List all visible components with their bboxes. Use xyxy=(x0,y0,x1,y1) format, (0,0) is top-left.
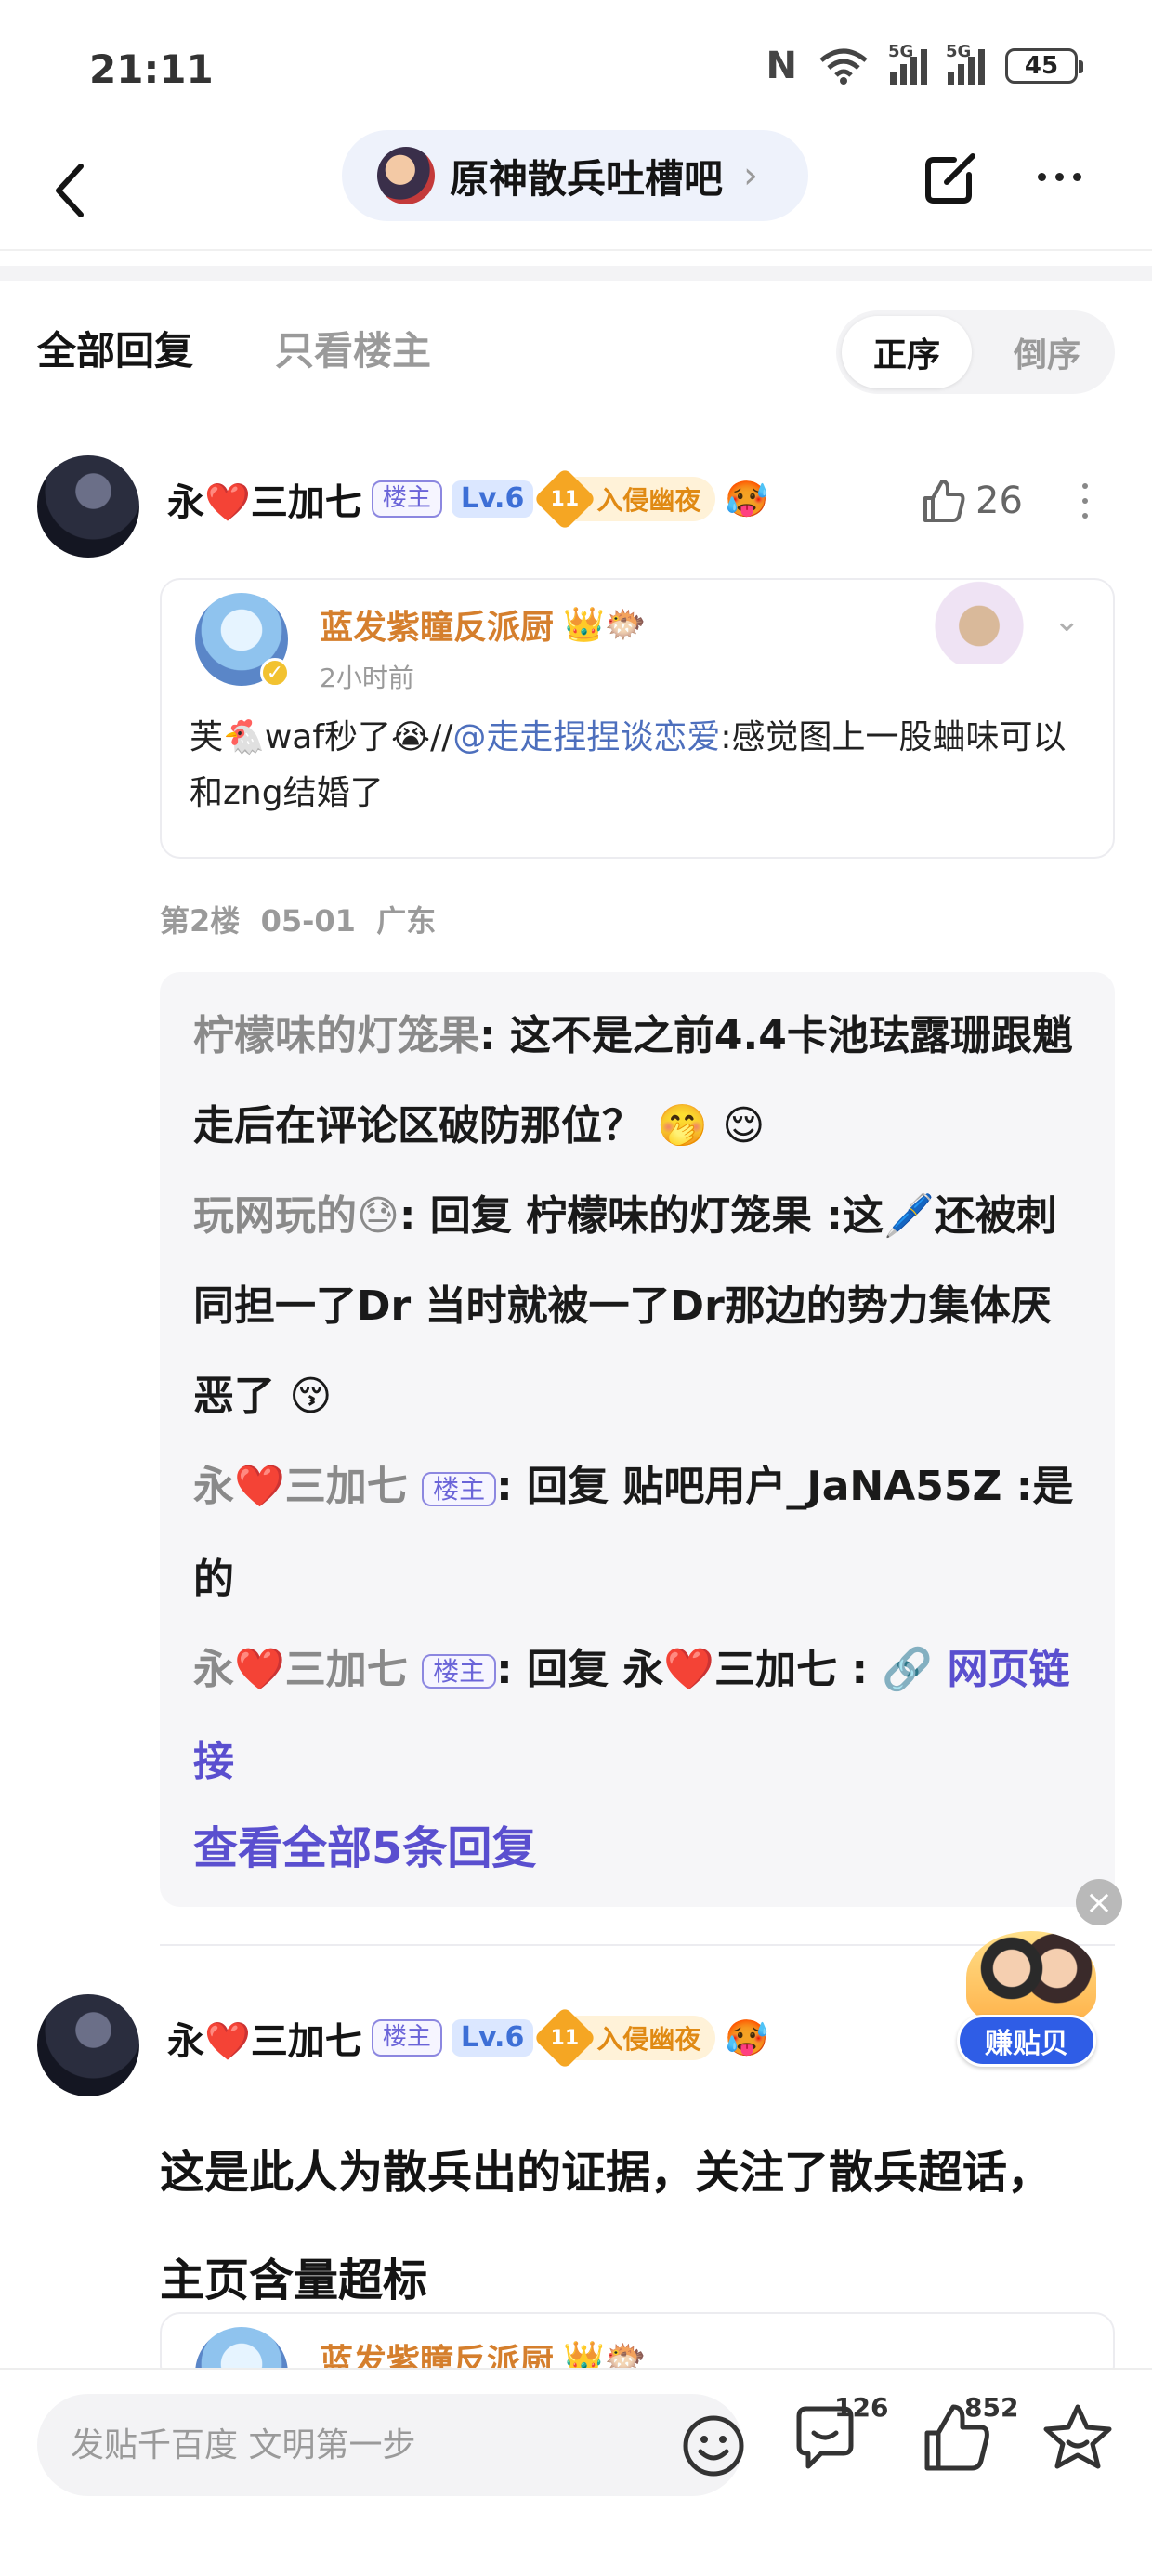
status-icons: N 5G 5G 45 xyxy=(766,42,1083,87)
mascot-image xyxy=(966,1931,1096,2024)
like-count: 852 xyxy=(964,2392,1019,2423)
comment-button[interactable]: 126 xyxy=(790,2392,888,2485)
honor-badge: 11 入侵幽夜 xyxy=(533,2006,716,2070)
status-bar: 21:11 N 5G 5G 45 xyxy=(0,0,1152,130)
reply-list: 柠檬味的灯笼果: 这不是之前4.4卡池珐露珊跟魈走后在评论区破防那位？ 🤭 😌 … xyxy=(160,972,1115,1907)
verified-icon: ✓ xyxy=(260,658,290,688)
post-body: 这是此人为散兵出的证据，关注了散兵超话，主页含量超标 xyxy=(160,2147,1053,2307)
section-divider xyxy=(0,266,1152,281)
op-badge: 楼主 xyxy=(371,480,442,518)
post-author: 永❤️三加七 楼主 Lv.6 11 入侵幽夜 🥵 xyxy=(167,467,769,531)
like-button[interactable]: 26 xyxy=(920,478,1023,524)
edit-button[interactable] xyxy=(920,139,985,214)
avatar[interactable] xyxy=(37,455,139,558)
reply-input[interactable] xyxy=(71,2394,647,2496)
like-count: 26 xyxy=(975,480,1023,522)
post-author: 永❤️三加七 楼主 Lv.6 11 入侵幽夜 🥵 xyxy=(167,2006,769,2070)
op-badge: 楼主 xyxy=(422,1654,497,1689)
post-more-button[interactable] xyxy=(1082,483,1092,519)
tab-all-replies[interactable]: 全部回复 xyxy=(37,320,193,376)
nfc-icon: N xyxy=(766,45,797,87)
battery-icon: 45 xyxy=(1005,48,1083,84)
op-badge: 楼主 xyxy=(371,2019,442,2057)
wifi-icon xyxy=(819,48,868,85)
forum-title-pill[interactable]: 原神散兵吐槽吧 › xyxy=(342,130,808,221)
floor-meta: 第2楼 05-01 广东 xyxy=(160,903,437,939)
bottom-bar: 126 852 xyxy=(0,2368,1152,2576)
more-button[interactable] xyxy=(1022,139,1096,214)
comment-count: 126 xyxy=(834,2392,889,2423)
emoji-badge: 🥵 xyxy=(725,2017,769,2058)
level-badge: Lv.6 xyxy=(451,480,534,518)
reply-item[interactable]: 永❤️三加七 楼主: 回复 贴吧用户_JaNA55Z :是的 xyxy=(193,1441,1081,1624)
quoted-post[interactable]: ✓ 蓝发紫瞳反派厨 👑🐡 2小时前 ⌄ 芙🐔waf秒了😭//@走走捏捏谈恋爱:感觉… xyxy=(160,578,1115,859)
thumbs-up-icon xyxy=(923,480,965,522)
honor-badge: 11 入侵幽夜 xyxy=(533,467,716,531)
avatar[interactable] xyxy=(37,1994,139,2096)
reply-tabs: 全部回复 只看楼主 正序 倒序 xyxy=(0,307,1152,400)
forum-name: 原神散兵吐槽吧 xyxy=(450,155,724,202)
forum-avatar xyxy=(377,147,435,204)
reply-item[interactable]: 玩网玩的😓: 回复 柠檬味的灯笼果 :这🖊️还被刺同担一了Dr 当时就被一了Dr… xyxy=(193,1171,1081,1441)
username[interactable]: 永❤️三加七 xyxy=(167,472,362,526)
level-badge: Lv.6 xyxy=(451,2019,534,2057)
emoji-icon[interactable] xyxy=(682,2414,745,2477)
reply-item[interactable]: 柠檬味的灯笼果: 这不是之前4.4卡池珐露珊跟魈走后在评论区破防那位？ 🤭 😌 xyxy=(193,991,1081,1171)
tab-op-only[interactable]: 只看楼主 xyxy=(275,320,431,376)
sort-descending-button[interactable]: 倒序 xyxy=(985,316,1109,388)
decoration-sticker xyxy=(914,580,1044,664)
like-button[interactable]: 852 xyxy=(920,2392,1018,2485)
quote-time: 2小时前 xyxy=(320,663,414,693)
signal-icon: 5G xyxy=(888,42,927,85)
chevron-left-icon xyxy=(56,164,84,217)
chevron-right-icon: › xyxy=(743,154,759,197)
top-nav: 原神散兵吐槽吧 › xyxy=(0,130,1152,251)
reply-input-box[interactable] xyxy=(37,2394,745,2496)
signal-icon: 5G xyxy=(946,42,985,85)
chevron-down-icon[interactable]: ⌄ xyxy=(1054,602,1080,639)
earn-coins-float[interactable]: 赚贴贝 xyxy=(957,1931,1096,2070)
op-badge: 楼主 xyxy=(422,1471,497,1506)
quote-text: 芙🐔waf秒了😭//@走走捏捏谈恋爱:感觉图上一股蛐味可以和zng结婚了 xyxy=(190,718,1067,812)
earn-coins-label: 赚贴贝 xyxy=(957,2015,1096,2067)
mention-link[interactable]: @走走捏捏谈恋爱 xyxy=(452,718,720,756)
star-icon xyxy=(1043,2404,1112,2469)
edit-icon xyxy=(925,153,975,204)
favorite-button[interactable] xyxy=(1041,2401,1124,2485)
status-time: 21:11 xyxy=(89,46,214,92)
view-all-replies-link[interactable]: 查看全部5条回复 xyxy=(193,1807,1081,1890)
reply-item[interactable]: 永❤️三加七 楼主: 回复 永❤️三加七 : 🔗 网页链接 xyxy=(193,1624,1081,1807)
close-ad-button[interactable]: × xyxy=(1076,1879,1122,1925)
username[interactable]: 永❤️三加七 xyxy=(167,2011,362,2065)
quote-author: 蓝发紫瞳反派厨 👑🐡 xyxy=(320,606,647,647)
sort-ascending-button[interactable]: 正序 xyxy=(842,316,972,388)
back-button[interactable] xyxy=(37,149,102,232)
emoji-badge: 🥵 xyxy=(725,478,769,519)
sort-order-toggle: 正序 倒序 xyxy=(836,310,1115,394)
